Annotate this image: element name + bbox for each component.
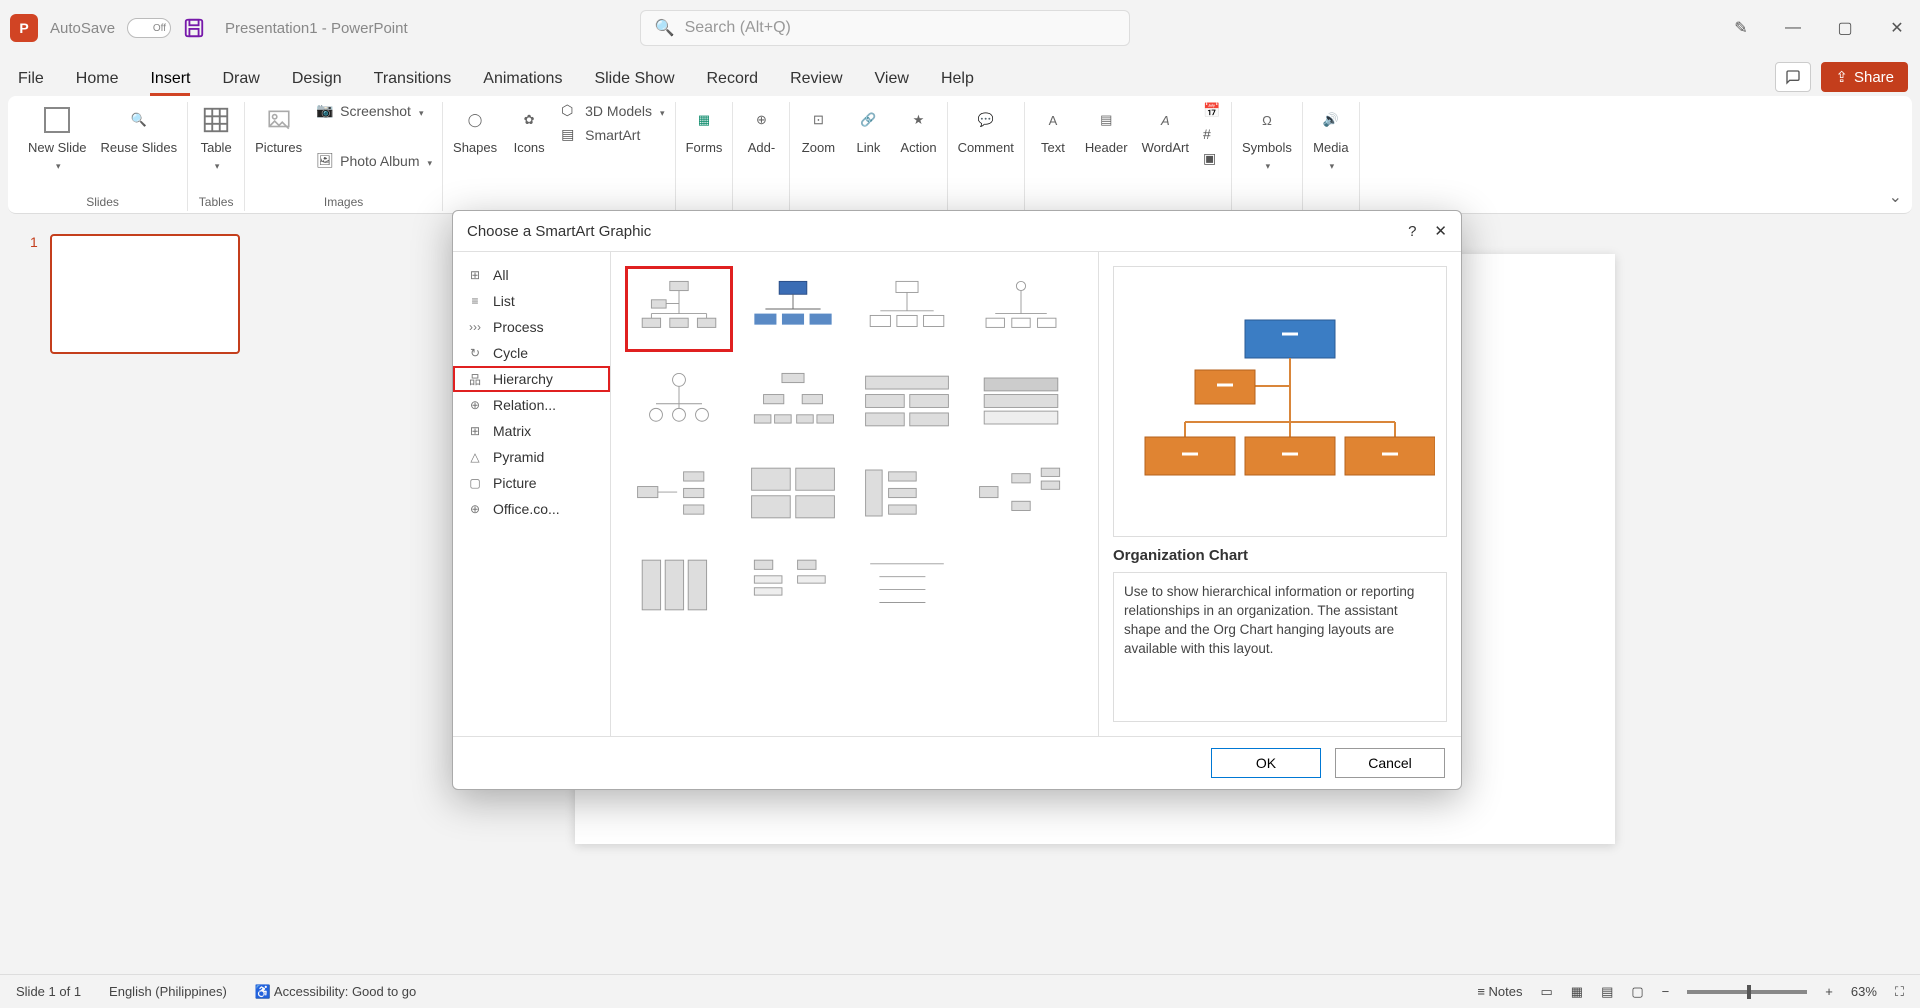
layout-labeled-hierarchy[interactable] <box>853 358 961 444</box>
layout-picture-org-chart[interactable] <box>739 266 847 352</box>
layout-lined-list[interactable] <box>853 542 961 628</box>
smartart-preview: Organization Chart Use to show hierarchi… <box>1099 252 1461 736</box>
layout-half-circle-org[interactable] <box>967 266 1075 352</box>
dialog-titlebar: Choose a SmartArt Graphic ? ✕ <box>453 211 1461 251</box>
cat-hierarchy[interactable]: 品Hierarchy <box>453 366 610 392</box>
layout-horizontal-labeled[interactable] <box>853 450 961 536</box>
layout-table-hierarchy[interactable] <box>967 358 1075 444</box>
dialog-help-button[interactable]: ? <box>1408 223 1416 240</box>
cat-matrix[interactable]: ⊞Matrix <box>453 418 610 444</box>
preview-title: Organization Chart <box>1113 547 1447 564</box>
smartart-dialog: Choose a SmartArt Graphic ? ✕ ⊞All ≡List… <box>452 210 1462 790</box>
cancel-button[interactable]: Cancel <box>1335 748 1445 778</box>
layout-org-chart[interactable] <box>625 266 733 352</box>
dialog-close-button[interactable]: ✕ <box>1434 222 1447 240</box>
cat-list[interactable]: ≡List <box>453 288 610 314</box>
layout-name-title-org[interactable] <box>853 266 961 352</box>
preview-description: Use to show hierarchical information or … <box>1113 572 1447 722</box>
layout-hierarchy[interactable] <box>739 358 847 444</box>
cat-office[interactable]: ⊕Office.co... <box>453 496 610 522</box>
cat-process[interactable]: ›››Process <box>453 314 610 340</box>
layout-hierarchy-list[interactable] <box>739 542 847 628</box>
layout-architecture[interactable] <box>625 542 733 628</box>
cat-pyramid[interactable]: △Pyramid <box>453 444 610 470</box>
smartart-category-list: ⊞All ≡List ›››Process ↻Cycle 品Hierarchy … <box>453 252 611 736</box>
layout-circle-picture[interactable] <box>625 358 733 444</box>
dialog-footer: OK Cancel <box>453 737 1461 789</box>
ok-button[interactable]: OK <box>1211 748 1321 778</box>
layout-horizontal-multi[interactable] <box>739 450 847 536</box>
cat-picture[interactable]: ▢Picture <box>453 470 610 496</box>
smartart-layout-grid <box>611 252 1099 736</box>
layout-horizontal-hierarchy[interactable] <box>967 450 1075 536</box>
layout-horizontal-org[interactable] <box>625 450 733 536</box>
preview-canvas <box>1113 266 1447 537</box>
cat-cycle[interactable]: ↻Cycle <box>453 340 610 366</box>
dialog-title: Choose a SmartArt Graphic <box>467 223 651 240</box>
dialog-backdrop: Choose a SmartArt Graphic ? ✕ ⊞All ≡List… <box>0 0 1920 1008</box>
cat-relationship[interactable]: ⊕Relation... <box>453 392 610 418</box>
cat-all[interactable]: ⊞All <box>453 262 610 288</box>
